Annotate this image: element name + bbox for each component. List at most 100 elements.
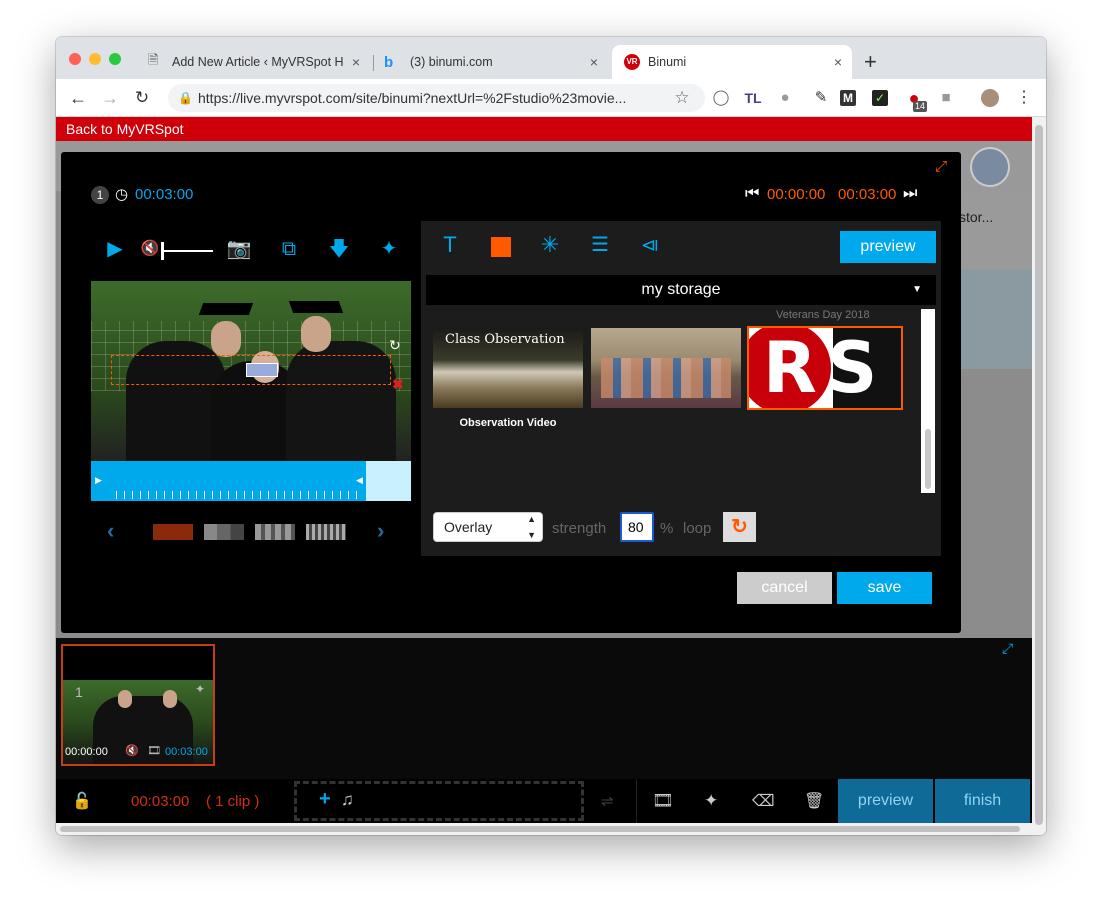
strength-label: strength [552,520,607,537]
download-arrow-icon[interactable]: 🡇 [326,237,352,261]
clip-duration: 00:03:00 [135,186,194,203]
transition-swatch-bars[interactable] [255,524,295,540]
tab-binumi-com[interactable]: b (3) binumi.com × [376,45,608,79]
clip-mute-icon[interactable]: 🔇 [125,744,139,757]
volume-slider[interactable] [161,242,213,260]
skip-end-icon[interactable]: ⏭ [903,185,917,203]
timeline-clip[interactable]: 1 ✦ 00:00:00 🔇 🎞 00:03:00 [61,644,215,766]
shuffle-icon[interactable]: ⇌ [601,792,614,810]
magic-wand-icon[interactable]: ✦ [376,237,402,261]
bookmark-star-icon[interactable]: ☆ [672,88,692,108]
storage-thumb-class-observation[interactable]: Class Observation [433,328,583,408]
footer-wand-icon[interactable]: ✦ [704,791,718,811]
collapse-icon[interactable]: ⤢ [935,158,947,175]
camera-icon[interactable]: 📷 [226,237,252,261]
reload-icon[interactable]: ↻ [132,88,152,108]
select-arrows-icon: ▲ ▼ [527,514,536,540]
clip-film-icon[interactable]: 🎞 [147,744,161,757]
close-tab-icon[interactable]: × [834,54,842,70]
film-strip-icon[interactable]: 🎞 [652,791,674,811]
back-to-myvrspot-link[interactable]: Back to MyVRSpot [66,121,184,137]
vr-logo-icon: VR [624,54,640,70]
storage-thumb-rs-logo[interactable]: RS [747,326,903,410]
audio-drop-zone[interactable]: + ♫ [294,781,584,821]
transition-swatch-stripes[interactable] [306,524,346,540]
extension-t-icon[interactable]: TL [743,88,763,108]
horizontal-scrollbar[interactable] [56,823,1032,835]
percent-label: % [660,520,674,537]
overlay-selection-box[interactable] [111,355,391,385]
binumi-b-icon: b [384,53,394,71]
loop-label: loop [683,520,712,537]
panel-preview-button[interactable]: preview [840,231,936,263]
extension-circle-icon[interactable]: ● [775,88,795,108]
expand-icon[interactable]: ⤢ [1002,640,1013,657]
thumb-caption: Observation Video [459,417,557,429]
thumb-title: Class Observation [445,332,565,347]
video-preview[interactable]: ↻ ✖ [91,281,411,461]
blend-mode-select[interactable]: Overlay ▲ ▼ [433,512,543,542]
footer-preview-button[interactable]: preview [838,779,933,823]
cancel-button[interactable]: cancel [737,572,832,604]
eraser-icon[interactable]: ⌫ [752,791,775,811]
transition-tool-icon[interactable]: ⧏ [637,233,663,257]
color-tool-icon[interactable] [491,237,511,257]
back-arrow-icon[interactable]: ← [68,88,88,108]
transition-swatch-blocks[interactable] [204,524,244,540]
remove-overlay-icon[interactable]: ✖ [392,376,404,393]
page-content: Back to MyVRSpot stor... ⤢ 1 ◷ 00:03:00 … [56,117,1046,835]
next-arrow-icon[interactable]: › [377,518,384,544]
minimize-window-button[interactable] [89,53,101,65]
equalizer-tool-icon[interactable]: ☰ [587,233,613,257]
mute-icon[interactable]: 🔇 [137,237,163,261]
trim-bar[interactable]: ▶ ◀ [91,461,411,501]
address-bar[interactable]: 🔒 https://live.myvrspot.com/site/binumi?… [168,84,705,112]
copy-icon[interactable]: ⧉ [276,237,302,261]
close-window-button[interactable] [69,53,81,65]
lock-icon: 🔒 [178,91,193,105]
trim-end-handle[interactable]: ◀ [356,475,363,486]
strength-value: 80 [628,519,644,535]
back-link-bar: Back to MyVRSpot [56,117,1032,141]
extension-check-icon[interactable]: ✓ [872,90,888,106]
strength-input[interactable]: 80 [620,512,654,542]
clip-wand-icon[interactable]: ✦ [195,682,205,696]
menu-dots-icon[interactable]: ⋮ [1014,88,1034,108]
storage-thumb-group-photo[interactable] [591,328,741,408]
transition-swatch-solid[interactable] [153,524,193,540]
music-note-icon: ♫ [341,790,354,809]
thumb-1-top-caption: Veterans Day 2018 [776,309,870,321]
vertical-scrollbar[interactable] [1032,117,1046,835]
text-tool-icon[interactable]: T [437,233,463,257]
browser-window: 🗎 Add New Article ‹ MyVRSpot H × b (3) b… [56,37,1046,835]
storage-scrollbar[interactable] [921,309,935,493]
profile-avatar[interactable] [981,89,999,107]
pocket-icon[interactable]: ◯ [711,88,731,108]
clip-editor-modal: ⤢ 1 ◷ 00:03:00 ⏮ 00:00:00 00:03:00 ⏭ ▶ 🔇… [61,152,961,633]
tab-binumi[interactable]: VR Binumi × [612,45,852,79]
play-icon[interactable]: ▶ [102,237,128,261]
camera-extension-icon[interactable]: ■ [936,88,956,108]
rotate-icon[interactable]: ↻ [389,337,401,354]
trash-icon[interactable]: 🗑 [804,791,824,811]
browser-toolbar: ← → ↻ 🔒 https://live.myvrspot.com/site/b… [56,79,1046,117]
close-tab-icon[interactable]: × [352,54,360,70]
sparkle-tool-icon[interactable]: ✳ [537,233,563,257]
loop-toggle-button[interactable]: ↻ [723,512,756,542]
extension-m-icon[interactable]: M [840,90,856,106]
finish-button[interactable]: finish [935,779,1030,823]
prev-arrow-icon[interactable]: ‹ [107,518,114,544]
user-avatar[interactable] [970,147,1010,187]
skip-start-icon[interactable]: ⏮ [745,185,759,203]
maximize-window-button[interactable] [109,53,121,65]
close-tab-icon[interactable]: × [590,54,598,70]
volume-handle[interactable] [161,242,164,260]
save-button[interactable]: save [837,572,932,604]
storage-dropdown[interactable]: my storage ▼ [426,275,936,305]
tab-myvrspot[interactable]: 🗎 Add New Article ‹ MyVRSpot H × [140,45,370,79]
forward-arrow-icon[interactable]: → [100,88,120,108]
trim-start-handle[interactable]: ▶ [95,475,102,486]
eyedropper-icon[interactable]: ✎ [811,88,831,108]
unlock-icon[interactable]: 🔓 [72,791,92,811]
new-tab-button[interactable]: + [864,49,877,75]
